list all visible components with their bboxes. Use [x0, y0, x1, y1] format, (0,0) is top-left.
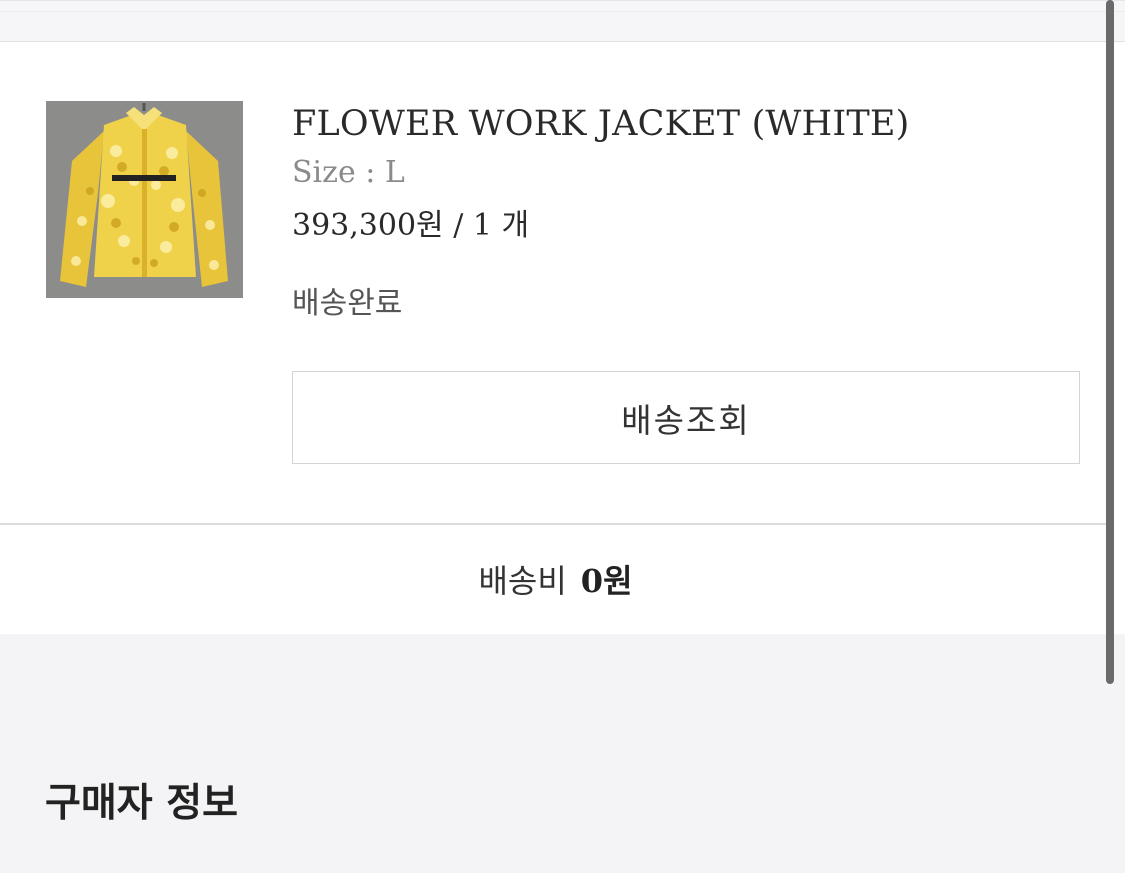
- shipping-fee-label: 배송비: [478, 562, 567, 600]
- product-image[interactable]: [46, 101, 243, 298]
- top-divider: [0, 11, 1125, 12]
- product-size: Size : L: [292, 155, 405, 190]
- shipping-fee: 배송비 0원: [0, 524, 1111, 634]
- scrollbar[interactable]: [1106, 0, 1114, 684]
- shipping-fee-value: 0원: [580, 562, 633, 600]
- product-price: 393,300원 / 1 개: [292, 208, 530, 243]
- delivery-status: 배송완료: [292, 286, 403, 321]
- track-delivery-button[interactable]: 배송조회: [292, 371, 1080, 464]
- jacket-image-icon: [46, 101, 243, 298]
- product-name[interactable]: FLOWER WORK JACKET (WHITE): [292, 104, 910, 144]
- buyer-info-title: 구매자 정보: [45, 781, 238, 826]
- top-strip: [0, 0, 1125, 42]
